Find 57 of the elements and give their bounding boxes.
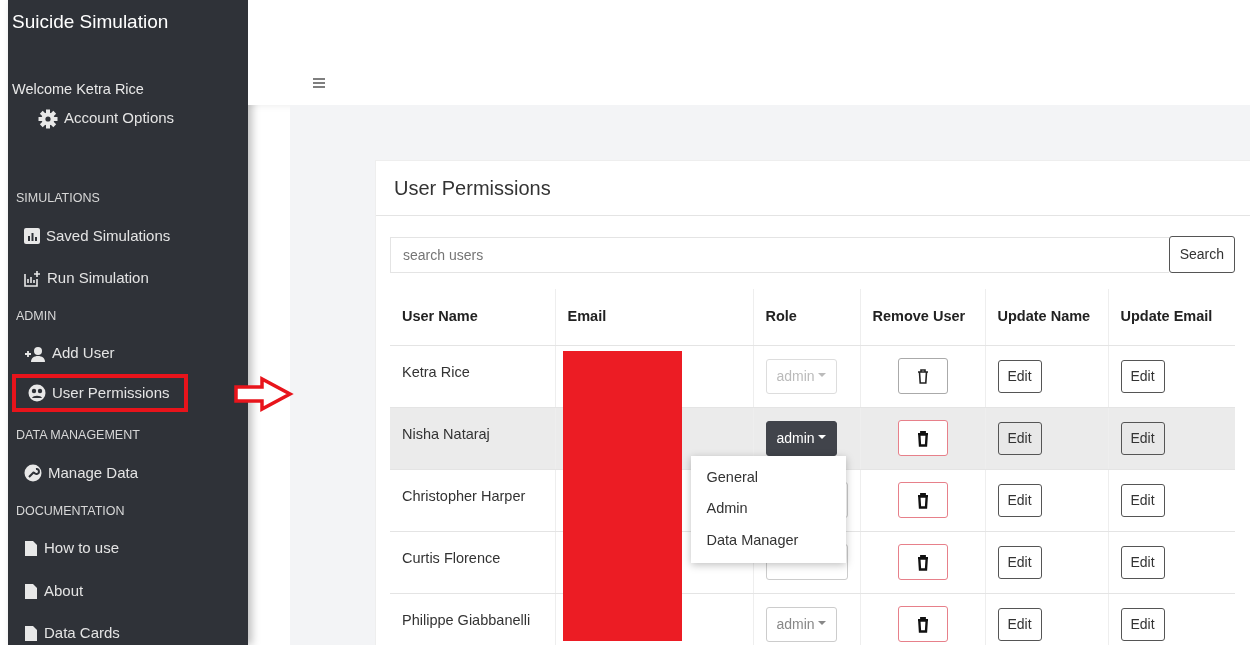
user-name: Ketra Rice — [402, 363, 470, 380]
edit-button[interactable]: Edit — [1120, 607, 1165, 641]
section-heading: DOCUMENTATION — [16, 502, 125, 520]
card-title: User Permissions — [394, 176, 551, 201]
document-icon — [24, 540, 38, 557]
person-plus-icon — [24, 345, 46, 362]
chart-plus-icon — [24, 269, 41, 287]
edit-button[interactable]: Edit — [997, 359, 1042, 393]
edit-button[interactable]: Edit — [1120, 545, 1165, 579]
bar-chart-icon — [24, 227, 40, 244]
edit-button[interactable]: Edit — [997, 607, 1042, 641]
search-field[interactable]: search users — [390, 236, 1169, 273]
edit-button[interactable]: Edit — [997, 483, 1042, 517]
delete-button[interactable] — [897, 544, 948, 580]
sidebar-item[interactable]: How to use — [20, 534, 124, 563]
delete-button[interactable] — [897, 420, 948, 456]
dropdown-item[interactable]: General — [690, 461, 846, 494]
sidebar-item[interactable]: About — [20, 576, 88, 606]
column-header: Update Email — [1120, 307, 1213, 324]
user-name: Curtis Florence — [402, 549, 501, 566]
column-header: Update Name — [997, 307, 1091, 324]
user-name: Philippe Giabbanelli — [402, 611, 531, 628]
delete-button[interactable] — [897, 482, 948, 518]
dropdown-item[interactable]: Data Manager — [690, 525, 846, 557]
role-dropdown[interactable]: admin — [765, 606, 838, 642]
welcome-text: Welcome Ketra Rice — [12, 79, 144, 99]
section-heading: DATA MANAGEMENT — [16, 427, 140, 445]
column-header: Email — [567, 307, 607, 324]
document-icon — [24, 582, 38, 600]
sidebar-item[interactable]: Run Simulation — [20, 264, 153, 293]
edit-button[interactable]: Edit — [1120, 421, 1165, 455]
column-header: Remove User — [872, 307, 966, 324]
gear-icon — [38, 108, 58, 129]
role-dropdown[interactable]: admin — [765, 420, 838, 456]
sidebar-item[interactable]: User Permissions — [12, 373, 188, 413]
sidebar-item[interactable]: Saved Simulations — [20, 221, 175, 250]
edit-button[interactable]: Edit — [997, 545, 1042, 579]
wrench-circle-icon — [24, 464, 42, 483]
edit-button[interactable]: Edit — [1120, 483, 1165, 517]
section-heading: SIMULATIONS — [16, 189, 100, 207]
edit-button[interactable]: Edit — [1120, 359, 1165, 393]
search-button[interactable]: Search — [1168, 236, 1235, 273]
dropdown-item[interactable]: Admin — [690, 493, 846, 525]
user-name: Nisha Nataraj — [402, 425, 490, 442]
sidebar-item[interactable]: Manage Data — [20, 459, 143, 488]
sidebar-item[interactable]: Add User — [20, 339, 119, 368]
column-header: User Name — [402, 307, 478, 324]
edit-button[interactable]: Edit — [997, 421, 1042, 455]
menu-icon[interactable] — [312, 77, 326, 89]
app-title: Suicide Simulation — [12, 10, 169, 34]
column-header: Role — [765, 307, 797, 324]
section-heading: ADMIN — [16, 307, 57, 325]
user-name: Christopher Harper — [402, 487, 526, 504]
sidebar-item[interactable]: Account Options — [34, 104, 179, 133]
sidebar-item[interactable]: Data Cards — [20, 619, 124, 645]
document-icon — [24, 625, 38, 642]
delete-button[interactable] — [897, 606, 948, 642]
